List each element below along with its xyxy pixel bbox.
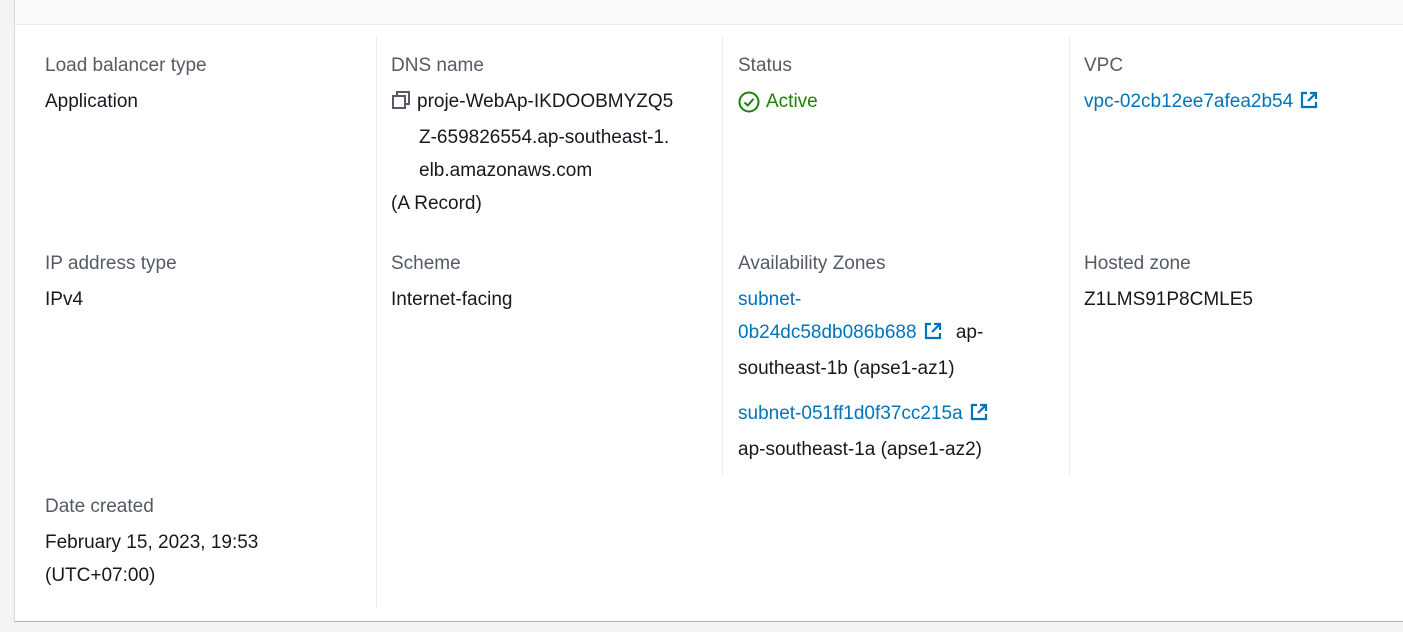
field-value: Internet-facing (391, 289, 513, 310)
field-status: Status Active (738, 55, 1058, 124)
copy-icon[interactable] (391, 88, 411, 121)
subnet-link[interactable]: 0b24dc58db086b688 (738, 322, 917, 343)
field-label: Hosted zone (1084, 253, 1191, 274)
field-label: Availability Zones (738, 253, 886, 274)
subnet-link[interactable]: subnet- (738, 289, 801, 310)
field-scheme: Scheme Internet-facing (391, 253, 711, 316)
field-label: VPC (1084, 55, 1124, 76)
field-label: Status (738, 55, 792, 76)
field-label: DNS name (391, 55, 484, 76)
dns-name-line: elb.amazonaws.com (419, 160, 593, 181)
column-divider (1069, 36, 1070, 476)
availability-zone-item: subnet- 0b24dc58db086b688 ap- southeast-… (738, 283, 1048, 385)
date-created-timezone: (UTC+07:00) (45, 565, 156, 586)
column-divider (722, 36, 723, 476)
panel-header (15, 0, 1403, 25)
field-value: IPv4 (45, 289, 84, 310)
zone-name: southeast-1b (apse1-az1) (738, 358, 955, 379)
zone-name: ap-southeast-1a (apse1-az2) (738, 439, 982, 460)
dns-name-line: proje-WebAp-IKDOOBMYZQ5 (417, 91, 674, 112)
field-hosted-zone: Hosted zone Z1LMS91P8CMLE5 (1084, 253, 1403, 316)
external-link-icon[interactable] (969, 400, 989, 433)
field-value: Z1LMS91P8CMLE5 (1084, 289, 1253, 310)
status-text: Active (766, 91, 818, 112)
column-divider (376, 36, 377, 608)
vpc-link[interactable]: vpc-02cb12ee7afea2b54 (1084, 91, 1293, 112)
field-label: Scheme (391, 253, 461, 274)
field-ip-address-type: IP address type IPv4 (45, 253, 365, 316)
dns-record-type: (A Record) (391, 193, 482, 214)
status-badge: Active (738, 85, 818, 118)
field-label: Load balancer type (45, 55, 207, 76)
field-load-balancer-type: Load balancer type Application (45, 55, 365, 118)
external-link-icon[interactable] (923, 319, 943, 352)
date-created-value: February 15, 2023, 19:53 (45, 532, 259, 553)
field-value: Application (45, 91, 138, 112)
external-link-icon[interactable] (1299, 88, 1319, 121)
dns-name-value: proje-WebAp-IKDOOBMYZQ5 Z-659826554.ap-s… (391, 85, 711, 220)
availability-zone-item: subnet-051ff1d0f37cc215a ap-southeast-1a… (738, 397, 1048, 466)
field-date-created: Date created February 15, 2023, 19:53 (U… (45, 496, 365, 592)
field-availability-zones: Availability Zones subnet- 0b24dc58db086… (738, 253, 1048, 466)
load-balancer-details-panel: Load balancer type Application DNS name … (14, 0, 1403, 622)
field-label: Date created (45, 496, 154, 517)
field-vpc: VPC vpc-02cb12ee7afea2b54 (1084, 55, 1403, 121)
subnet-link[interactable]: subnet-051ff1d0f37cc215a (738, 403, 963, 424)
dns-name-line: Z-659826554.ap-southeast-1. (419, 127, 670, 148)
field-label: IP address type (45, 253, 177, 274)
zone-name: ap- (955, 322, 984, 343)
check-circle-icon (738, 91, 760, 112)
field-dns-name: DNS name proje-WebAp-IKDOOBMYZQ5 Z-65982… (391, 55, 711, 220)
